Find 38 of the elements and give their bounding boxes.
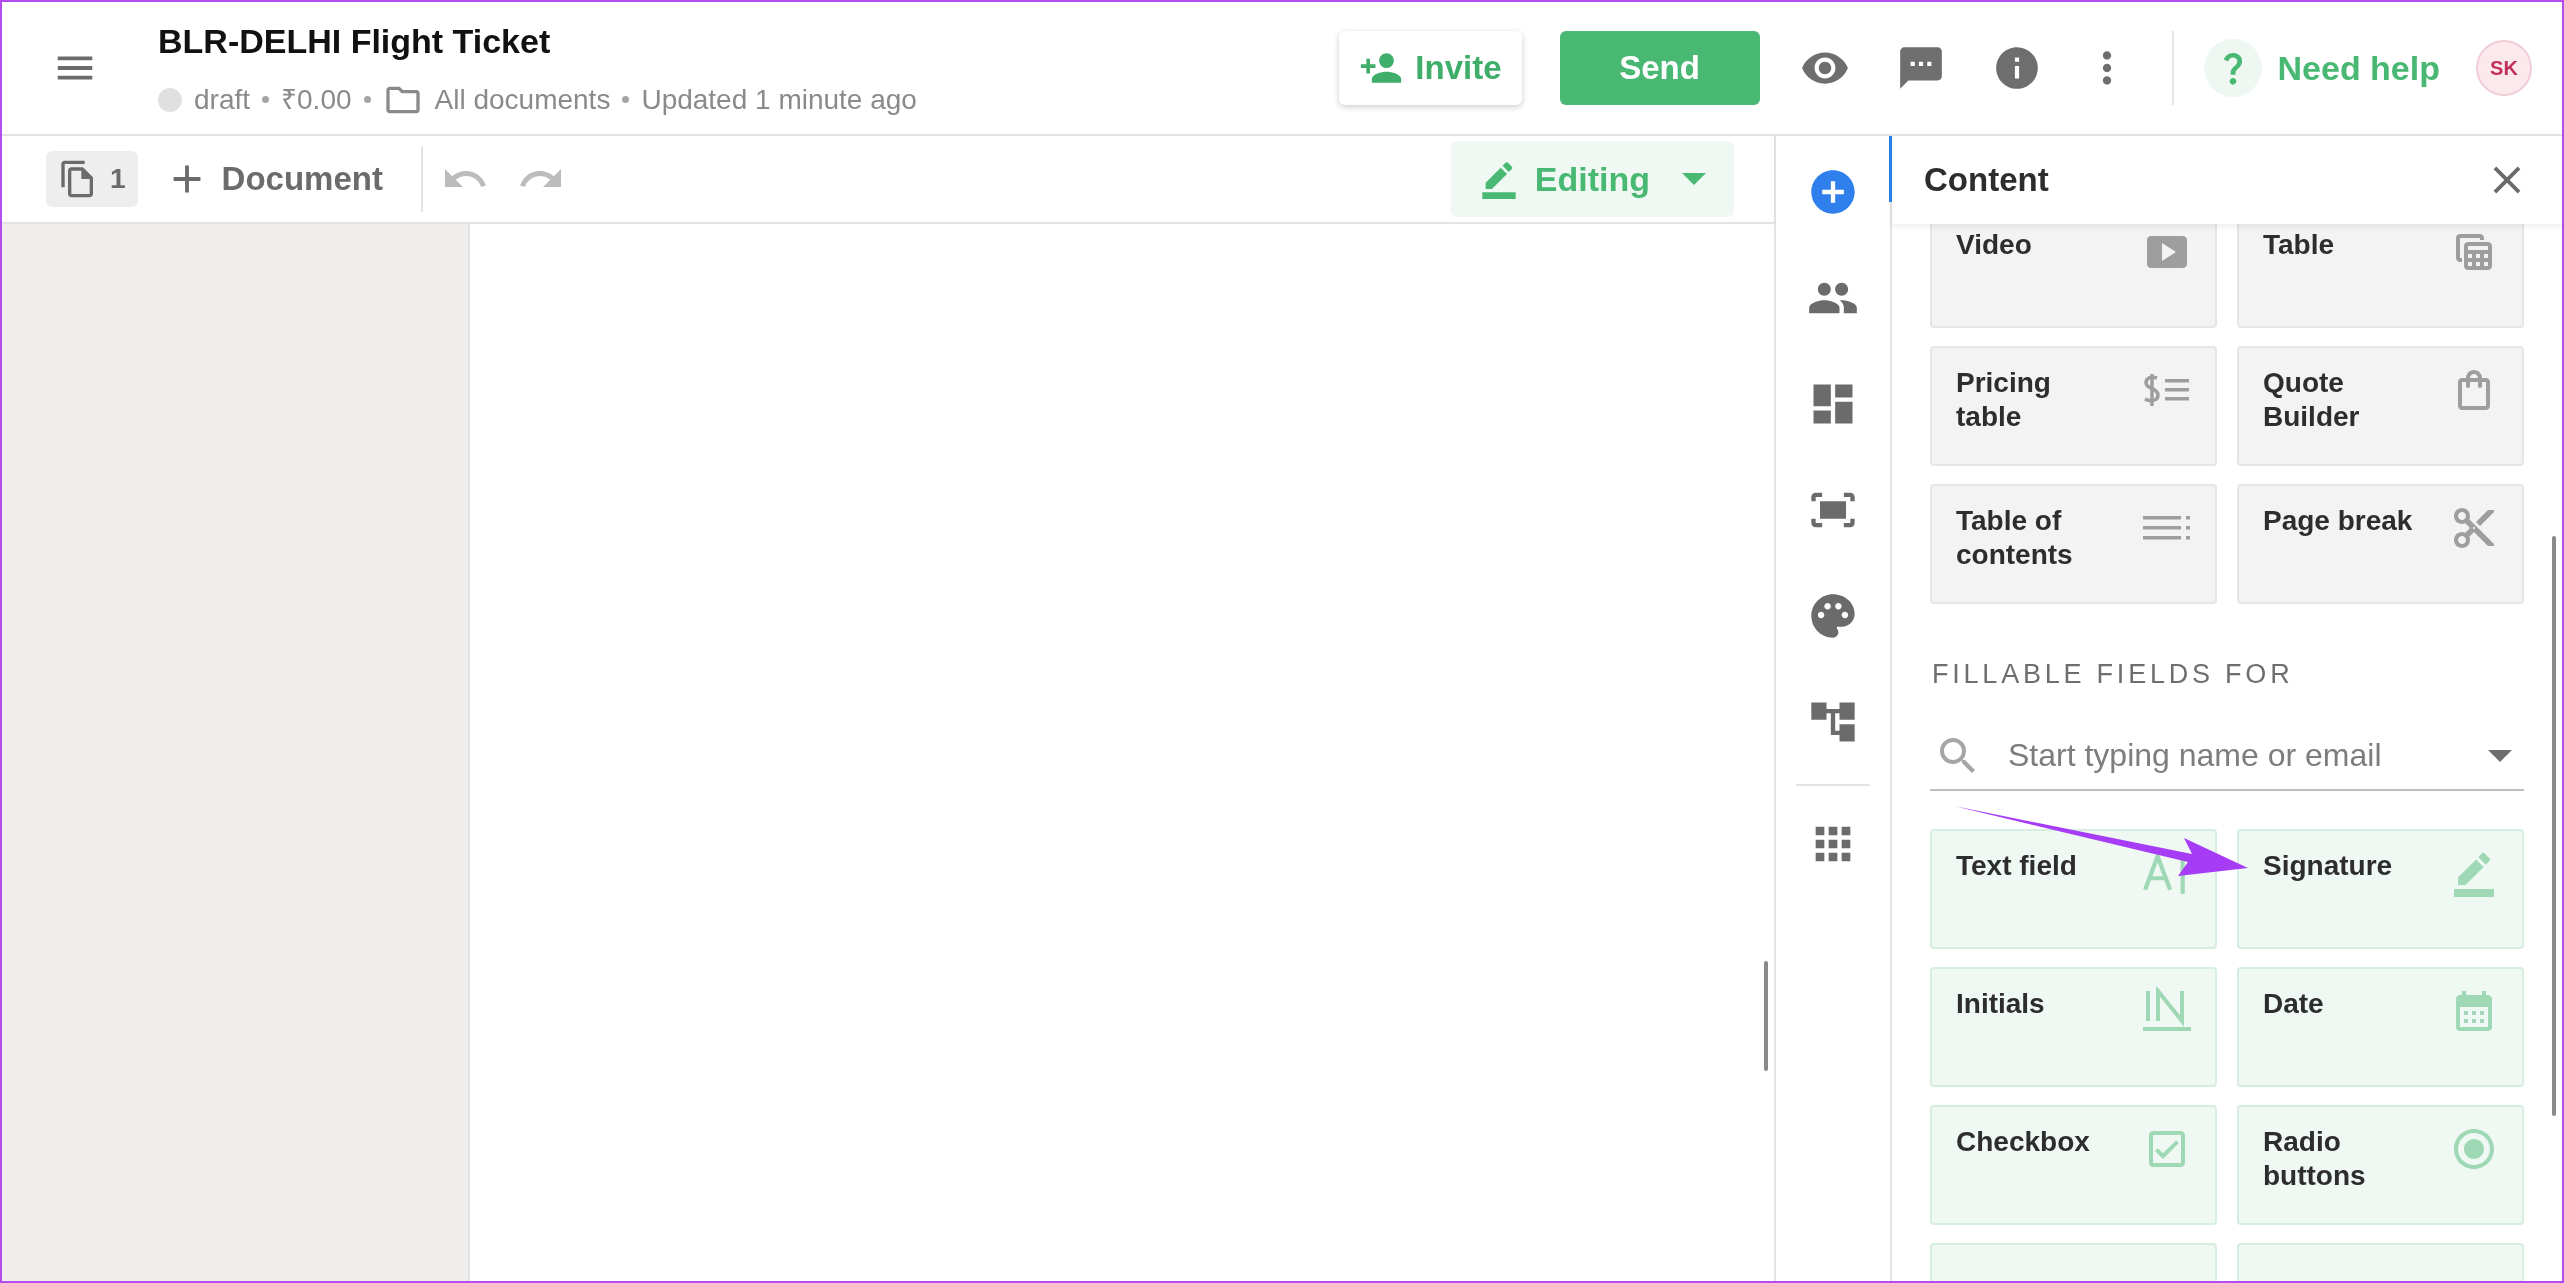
card-label: Table — [2263, 228, 2336, 262]
block-card[interactable]: Signature — [2237, 828, 2524, 949]
card-label: Text field — [1956, 848, 2078, 883]
card-label: Initials — [1956, 986, 2046, 1021]
block-card[interactable]: Radio buttons — [2237, 1104, 2524, 1225]
updated-time: Updated 1 minute ago — [641, 82, 917, 117]
section-heading: FILLABLE FIELDS FOR — [1932, 658, 2295, 691]
scrollbar[interactable] — [2552, 536, 2556, 1116]
block-card[interactable]: Table of contents — [1930, 484, 2217, 604]
amount: ₹0.00 — [281, 82, 352, 117]
block-card[interactable]: Page break — [2237, 484, 2524, 604]
card-label: Video — [1956, 228, 2033, 262]
card-label: Pricing table — [1956, 366, 2052, 434]
block-card[interactable]: Initials — [1930, 966, 2217, 1087]
caret-icon[interactable] — [2488, 749, 2512, 762]
document-title: BLR-DELHI Flight Ticket — [158, 20, 552, 62]
status-label: draft — [194, 82, 251, 117]
block-card[interactable]: Date — [2237, 966, 2524, 1087]
card-label: Table of contents — [1956, 504, 2074, 572]
block-card[interactable]: Pricing table — [1930, 346, 2217, 466]
card-label: Signature — [2263, 848, 2394, 883]
page-count-button[interactable]: 1 — [46, 151, 138, 207]
caret-icon — [1682, 173, 1706, 185]
add-document-button[interactable]: Document — [163, 154, 383, 204]
scrollbar[interactable] — [1764, 961, 1768, 1071]
block-card[interactable]: Quote Builder — [2237, 346, 2524, 466]
recipient-search-field[interactable]: Start typing name or email — [2008, 730, 2488, 781]
user-avatar[interactable]: SK — [2476, 40, 2532, 96]
card-label: Radio buttons — [2263, 1124, 2367, 1193]
card-label: Page break — [2263, 504, 2414, 538]
block-card[interactable]: Video — [1930, 224, 2217, 328]
card-label: Checkbox — [1956, 1124, 2091, 1159]
panel-title: Content — [1924, 160, 2049, 201]
card-label: Date — [2263, 986, 2325, 1021]
block-card[interactable]: Table — [2237, 224, 2524, 328]
card-label: Quote Builder — [2263, 366, 2361, 434]
block-card[interactable]: Checkbox — [1930, 1104, 2217, 1225]
block-card[interactable]: Text field — [1930, 828, 2217, 949]
